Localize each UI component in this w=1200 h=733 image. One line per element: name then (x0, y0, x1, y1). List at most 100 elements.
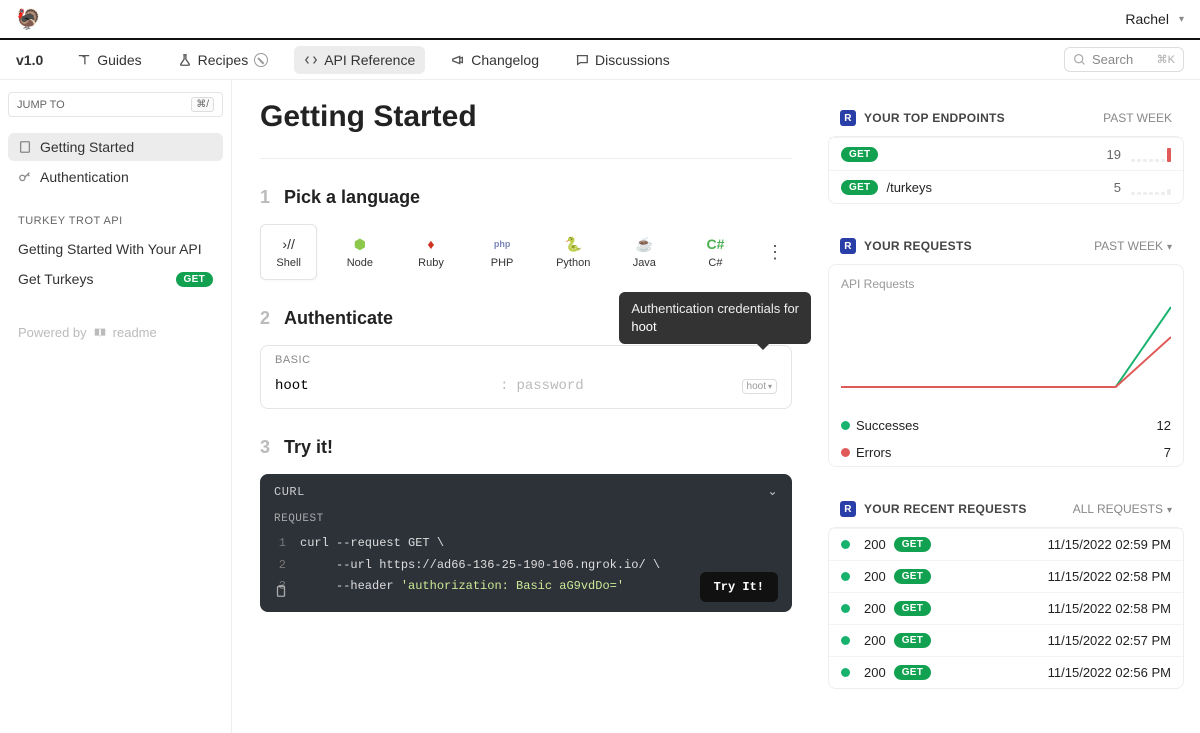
lang-csharp[interactable]: C#C# (687, 224, 744, 280)
disabled-icon (254, 53, 268, 67)
code-subtitle: REQUEST (260, 509, 792, 533)
csharp-icon: C# (706, 235, 724, 253)
megaphone-icon (451, 53, 465, 67)
status-dot-icon (841, 668, 850, 677)
recent-request-row[interactable]: 200GET11/15/2022 02:58 PM (829, 560, 1183, 592)
chart-title: API Requests (841, 277, 1171, 291)
code-panel: CURL ⌄ REQUEST 1curl --request GET \ 2 -… (260, 474, 792, 612)
chevron-down-icon: ▾ (1167, 505, 1172, 516)
auth-separator: : (500, 378, 508, 394)
step-label: Try it! (284, 437, 333, 458)
page-title: Getting Started (260, 100, 792, 134)
version-label[interactable]: v1.0 (16, 52, 43, 68)
method-badge: GET (894, 633, 931, 648)
copy-button[interactable] (274, 584, 288, 602)
recent-request-row[interactable]: 200GET11/15/2022 02:58 PM (829, 592, 1183, 624)
powered-by[interactable]: Powered by readme (18, 325, 213, 340)
auth-password-input[interactable] (516, 378, 733, 394)
status-dot-icon (841, 604, 850, 613)
step-label: Pick a language (284, 187, 420, 208)
nav-api-reference[interactable]: API Reference (294, 46, 425, 74)
recent-request-row[interactable]: 200GET11/15/2022 02:59 PM (829, 528, 1183, 560)
chat-icon (575, 53, 589, 67)
right-column: RYOUR TOP ENDPOINTS PAST WEEK GET 19 GET… (820, 80, 1200, 733)
readme-badge-icon: R (840, 110, 856, 126)
flask-icon (178, 53, 192, 67)
sidebar-item-get-turkeys[interactable]: Get Turkeys GET (8, 265, 223, 293)
method-badge: GET (841, 180, 878, 195)
method-badge: GET (841, 147, 878, 162)
step-number: 2 (260, 308, 270, 329)
ruby-icon: ♦ (422, 235, 440, 253)
method-badge: GET (894, 569, 931, 584)
readme-badge-icon: R (840, 238, 856, 254)
chevron-down-icon: ▾ (1167, 242, 1172, 253)
readme-badge-icon: R (840, 501, 856, 517)
top-bar: 🦃 Rachel ▾ (0, 0, 1200, 40)
auth-hint-chip[interactable]: hoot ▾ (742, 379, 777, 394)
step-number: 1 (260, 187, 270, 208)
dot-icon (841, 421, 850, 430)
legend-success: Successes 12 (829, 412, 1183, 439)
requests-panel: RYOUR REQUESTS PAST WEEK▾ API Requests S… (828, 228, 1184, 467)
app-logo: 🦃 (16, 7, 41, 32)
status-dot-icon (841, 636, 850, 645)
jump-to-kbd: ⌘/ (191, 97, 214, 112)
method-badge: GET (894, 601, 931, 616)
try-it-button[interactable]: Try It! (700, 572, 778, 602)
main-content: Getting Started 1 Pick a language ›//She… (232, 80, 820, 733)
code-title: CURL (274, 485, 305, 499)
top-endpoints-panel: RYOUR TOP ENDPOINTS PAST WEEK GET 19 GET… (828, 100, 1184, 204)
range-dropdown[interactable]: PAST WEEK▾ (1094, 239, 1172, 253)
java-icon: ☕ (635, 235, 653, 253)
more-languages-button[interactable]: ⋮ (758, 242, 792, 263)
jump-to-button[interactable]: JUMP TO ⌘/ (8, 92, 223, 117)
timestamp: 11/15/2022 02:57 PM (1048, 633, 1171, 648)
step-label: Authenticate (284, 308, 393, 329)
auth-username-input[interactable] (275, 378, 492, 394)
nav-guides[interactable]: Guides (67, 46, 151, 74)
shell-icon: ›// (280, 235, 298, 253)
recent-request-row[interactable]: 200GET11/15/2022 02:56 PM (829, 656, 1183, 688)
doc-icon (18, 140, 32, 154)
legend-errors: Errors 7 (829, 439, 1183, 466)
timestamp: 11/15/2022 02:59 PM (1048, 537, 1171, 552)
sidebar-item-authentication[interactable]: Authentication (8, 163, 223, 191)
sparkline (1131, 179, 1171, 195)
lang-node[interactable]: ⬢Node (331, 224, 388, 280)
lang-shell[interactable]: ›//Shell (260, 224, 317, 280)
lang-php[interactable]: phpPHP (474, 224, 531, 280)
lang-python[interactable]: 🐍Python (545, 224, 602, 280)
clipboard-icon (274, 584, 288, 598)
user-name: Rachel (1125, 11, 1169, 27)
auth-type-label: BASIC (261, 346, 791, 370)
status-dot-icon (841, 572, 850, 581)
sparkline (1131, 146, 1171, 162)
nav-discussions[interactable]: Discussions (565, 46, 680, 74)
sidebar-item-getting-started-api[interactable]: Getting Started With Your API (8, 235, 223, 263)
recent-request-row[interactable]: 200GET11/15/2022 02:57 PM (829, 624, 1183, 656)
status-dot-icon (841, 540, 850, 549)
endpoint-row[interactable]: GET 19 (829, 137, 1183, 170)
dot-icon (841, 448, 850, 457)
search-input[interactable]: Search ⌘K (1064, 47, 1184, 72)
chevron-down-icon[interactable]: ⌄ (767, 484, 778, 499)
auth-tooltip: Authentication credentials for hoot (619, 292, 811, 344)
lang-java[interactable]: ☕Java (616, 224, 673, 280)
nav-changelog[interactable]: Changelog (441, 46, 549, 74)
sidebar: JUMP TO ⌘/ Getting Started Authenticatio… (0, 80, 232, 733)
book-icon (77, 53, 91, 67)
sidebar-item-getting-started[interactable]: Getting Started (8, 133, 223, 161)
user-menu[interactable]: Rachel ▾ (1125, 11, 1184, 27)
lang-ruby[interactable]: ♦Ruby (402, 224, 459, 280)
range-dropdown[interactable]: ALL REQUESTS▾ (1073, 502, 1172, 516)
search-kbd-hint: ⌘K (1157, 53, 1175, 66)
code-icon (304, 53, 318, 67)
method-badge: GET (894, 537, 931, 552)
nav-recipes[interactable]: Recipes (168, 46, 279, 74)
node-icon: ⬢ (351, 235, 369, 253)
primary-nav: v1.0 Guides Recipes API Reference Change… (0, 40, 1200, 80)
endpoint-row[interactable]: GET/turkeys 5 (829, 170, 1183, 203)
auth-panel: Authentication credentials for hoot BASI… (260, 345, 792, 409)
range-label: PAST WEEK (1103, 111, 1172, 125)
